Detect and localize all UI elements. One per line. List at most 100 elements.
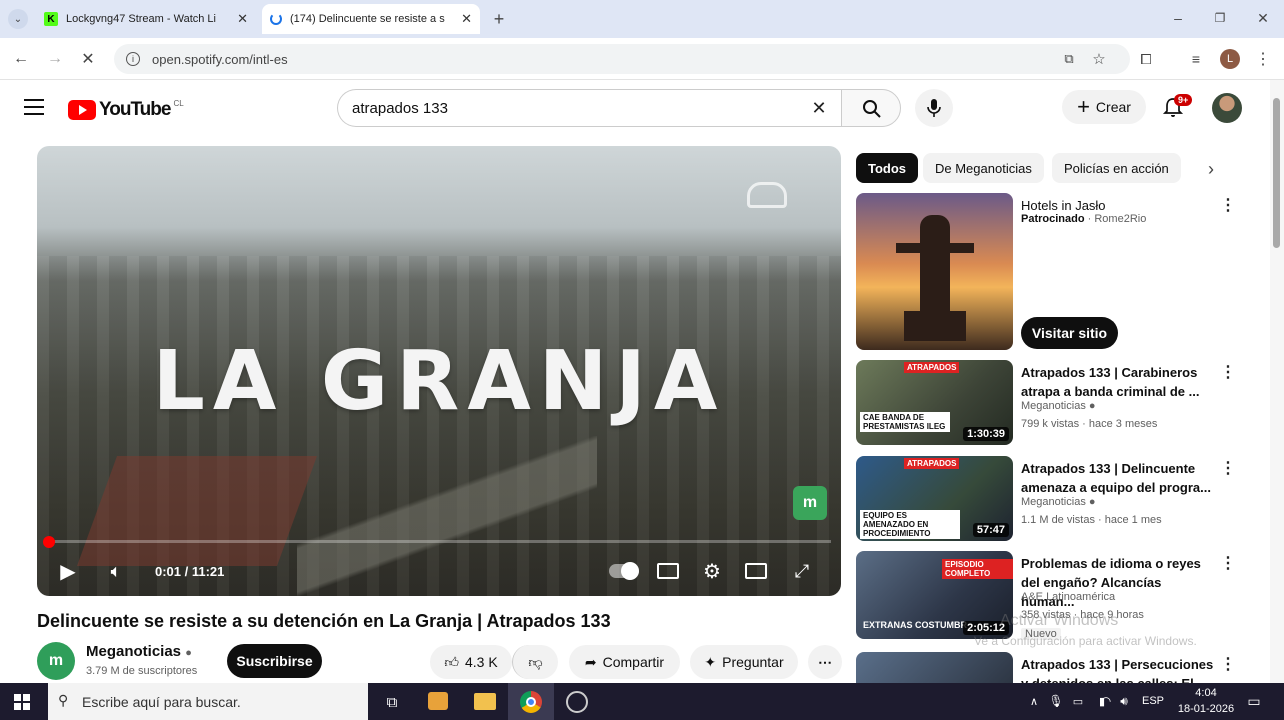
tab-kick-stream[interactable]: K Lockgvng47 Stream - Watch Li ✕ [36, 4, 256, 34]
wifi-icon[interactable]: ◠ [1098, 693, 1114, 709]
channel-name[interactable]: Meganoticias ● [1021, 400, 1096, 412]
volume-icon[interactable]: 🔈︎ [101, 558, 131, 584]
speaker-icon[interactable]: 🔊︎ [1116, 693, 1132, 709]
video-progress-bar[interactable] [47, 540, 831, 543]
notifications-button[interactable]: 9+ [1162, 94, 1193, 120]
scrollbar-thumb[interactable] [1273, 98, 1280, 248]
file-explorer-icon[interactable] [474, 693, 496, 710]
search-input[interactable]: atrapados 133 ✕ [337, 89, 841, 127]
share-button[interactable]: ➦ Compartir [569, 645, 680, 679]
youtube-logo[interactable]: YouTube CL [68, 99, 184, 121]
channel-branding-icon[interactable]: m [793, 486, 827, 520]
new-tab-button[interactable]: + [488, 8, 510, 30]
chrome-taskbar-button[interactable] [508, 683, 554, 720]
close-tab-icon[interactable]: ✕ [237, 11, 248, 27]
like-button[interactable]: 👍︎ 4.3 K [430, 645, 512, 679]
settings-gear-icon[interactable]: ⚙ [699, 558, 725, 584]
restore-icon[interactable]: ❐ [1210, 8, 1230, 28]
video-duration: 57:47 [972, 523, 1009, 537]
media-controls-icon[interactable]: ≡ [1187, 50, 1205, 68]
forward-icon[interactable]: → [44, 48, 66, 70]
channel-name[interactable]: Meganoticias ● [86, 643, 192, 660]
taskbar-search-input[interactable]: ⚲ Escribe aquí para buscar. [48, 683, 368, 720]
notifications-center-icon[interactable]: ▭ [1244, 692, 1264, 710]
tab-search-icon[interactable]: ⌄ [8, 9, 28, 29]
video-thumbnail[interactable]: EPISODIO COMPLETO EXTRANAS COSTUMBR 2:05… [856, 551, 1013, 639]
subtitles-icon[interactable] [655, 560, 681, 582]
extensions-icon[interactable]: ⧠ [1137, 50, 1155, 68]
browser-menu-icon[interactable]: ⋮ [1254, 50, 1272, 68]
ask-button[interactable]: ✦ Preguntar [690, 645, 798, 679]
video-thumbnail[interactable]: ATRAPADOS CAE BANDA DE PRESTAMISTAS ILEG… [856, 360, 1013, 445]
list-item[interactable]: ATRAPADOS CAE BANDA DE PRESTAMISTAS ILEG… [856, 360, 1246, 448]
obs-icon[interactable] [566, 691, 588, 713]
autoplay-toggle[interactable] [609, 562, 639, 580]
visit-site-button[interactable]: Visitar sitio [1021, 317, 1118, 349]
video-duration: 1:30:39 [963, 427, 1009, 441]
video-thumbnail[interactable]: ATRAPADOS EQUIPO ES AMENAZADO EN PROCEDI… [856, 456, 1013, 541]
video-overlay-title: LA GRANJA [152, 334, 726, 429]
create-button[interactable]: + Crear [1062, 90, 1146, 124]
chip-policias-en-accion[interactable]: Policías en acción [1052, 153, 1181, 183]
windows-start-icon[interactable] [14, 694, 30, 710]
chip-todos[interactable]: Todos [856, 153, 919, 183]
ad-options-icon[interactable]: ⋮ [1220, 195, 1236, 215]
site-info-icon[interactable]: i [126, 52, 140, 66]
task-view-icon[interactable]: ⧉ [380, 690, 404, 714]
media-player-icon[interactable] [428, 692, 448, 710]
account-avatar[interactable] [1212, 93, 1242, 123]
play-icon[interactable]: ▶ [55, 558, 81, 584]
show-hidden-icons-icon[interactable]: ∧ [1026, 693, 1042, 709]
more-options-icon[interactable]: ⋮ [1220, 458, 1236, 478]
clear-search-icon[interactable]: ✕ [809, 98, 829, 118]
theater-mode-icon[interactable] [743, 560, 769, 582]
region-code: CL [173, 99, 184, 108]
video-title[interactable]: Atrapados 133 | Carabineros atrapa a ban… [1021, 363, 1216, 401]
microphone-tray-icon[interactable]: 🎙︎ [1048, 693, 1064, 709]
ad-thumbnail[interactable] [856, 193, 1013, 350]
roof-image [76, 456, 318, 566]
video-player[interactable]: LA GRANJA m ▶ 🔈︎ 0:01 / 11:21 ⚙ ⤢ [37, 146, 841, 596]
channel-avatar[interactable]: m [37, 642, 75, 680]
subscribe-button[interactable]: Suscribirse [227, 644, 322, 678]
video-title[interactable]: Atrapados 133 | Delincuente amenaza a eq… [1021, 459, 1216, 497]
channel-name[interactable]: Meganoticias ● [1021, 496, 1096, 508]
more-options-icon[interactable]: ⋮ [1220, 362, 1236, 382]
search-button[interactable] [841, 89, 901, 127]
more-actions-icon[interactable]: ⋯ [808, 645, 842, 679]
voice-search-button[interactable] [915, 89, 953, 127]
list-item[interactable]: Atrapados 133 | Persecuciones y detenido… [856, 652, 1246, 683]
video-title[interactable]: Atrapados 133 | Persecuciones y detenido… [1021, 655, 1216, 683]
bookmark-star-icon[interactable]: ☆ [1090, 50, 1108, 68]
pedestal-image [904, 311, 966, 341]
install-app-icon[interactable]: ⧉ [1060, 50, 1078, 68]
thumbnail-caption: EQUIPO ES AMENAZADO EN PROCEDIMIENTO [860, 510, 960, 539]
more-options-icon[interactable]: ⋮ [1220, 553, 1236, 573]
back-icon[interactable]: ← [10, 48, 32, 70]
sponsored-ad[interactable]: Hotels in Jasło Patrocinado · Rome2Rio ⋮… [856, 193, 1246, 351]
chip-de-meganoticias[interactable]: De Meganoticias [923, 153, 1044, 183]
video-thumbnail[interactable] [856, 652, 1013, 683]
chevron-right-icon[interactable]: › [1200, 158, 1222, 180]
list-item[interactable]: ATRAPADOS EQUIPO ES AMENAZADO EN PROCEDI… [856, 456, 1246, 544]
minimize-icon[interactable]: – [1168, 8, 1188, 28]
channel-name[interactable]: A&E Latinoamérica [1021, 591, 1115, 603]
menu-hamburger-icon[interactable] [24, 99, 44, 115]
page-scrollbar[interactable] [1270, 80, 1284, 683]
close-tab-icon[interactable]: ✕ [461, 11, 472, 27]
fullscreen-icon[interactable]: ⤢ [789, 558, 815, 584]
address-field[interactable]: i open.spotify.com/intl-es [114, 44, 1130, 74]
video-meta: 1.1 M de vistas · hace 1 mes [1021, 514, 1162, 526]
taskbar-search-placeholder: Escribe aquí para buscar. [82, 693, 241, 710]
stop-loading-icon[interactable]: ✕ [77, 48, 99, 70]
close-window-icon[interactable]: ✕ [1253, 8, 1273, 28]
display-tray-icon[interactable]: ▭ [1070, 693, 1086, 709]
profile-avatar[interactable]: L [1220, 49, 1240, 69]
input-language[interactable]: ESP [1142, 695, 1164, 707]
progress-scrubber[interactable] [43, 536, 55, 548]
search-icon [863, 100, 881, 118]
tab-youtube-active[interactable]: (174) Delincuente se resiste a s ✕ [262, 4, 480, 34]
dislike-button[interactable]: 👎︎ [512, 645, 558, 679]
clock[interactable]: 4:04 18-01-2026 [1176, 685, 1236, 717]
more-options-icon[interactable]: ⋮ [1220, 654, 1236, 674]
